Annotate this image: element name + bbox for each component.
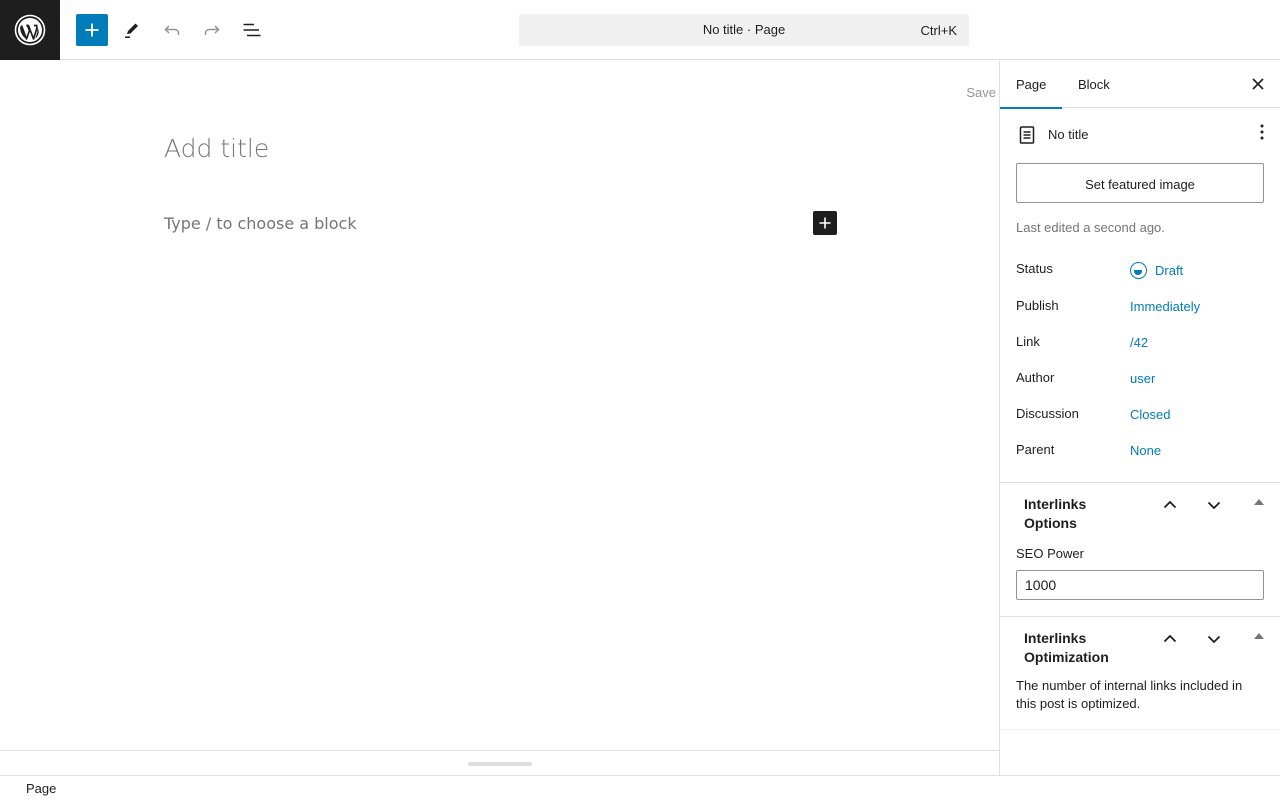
post-title-input[interactable]: Add title bbox=[164, 134, 269, 163]
close-settings-button[interactable] bbox=[1248, 74, 1268, 94]
document-overview-button[interactable] bbox=[236, 14, 268, 46]
meta-label: Publish bbox=[1016, 298, 1059, 313]
chevron-up-icon bbox=[1163, 500, 1177, 509]
panel-title[interactable]: Interlinks Optimization bbox=[1024, 629, 1134, 667]
redo-icon bbox=[204, 25, 220, 35]
move-up-button[interactable] bbox=[1160, 629, 1180, 654]
settings-sidebar: Page Block No title Set featured image L… bbox=[999, 61, 1280, 775]
editor-canvas[interactable]: Save Add title Type / to choose a block bbox=[0, 61, 999, 751]
undo-icon bbox=[164, 25, 180, 35]
parent-toggle[interactable]: None bbox=[1130, 443, 1161, 458]
meta-label: Status bbox=[1016, 261, 1053, 276]
set-featured-image-button[interactable]: Set featured image bbox=[1016, 163, 1264, 203]
document-title: No title · Page bbox=[702, 22, 786, 37]
meta-label: Author bbox=[1016, 370, 1055, 385]
editor-resize-bar bbox=[0, 750, 999, 775]
interlinks-options-panel: Interlinks Options SEO Power bbox=[1000, 482, 1280, 616]
discussion-toggle[interactable]: Closed bbox=[1130, 407, 1170, 422]
permalink-toggle[interactable]: /42 bbox=[1130, 335, 1148, 350]
meta-label: Discussion bbox=[1016, 406, 1079, 421]
keyboard-shortcut: Ctrl+K bbox=[920, 23, 957, 38]
post-actions-button[interactable] bbox=[1260, 124, 1264, 145]
move-down-button[interactable] bbox=[1204, 495, 1224, 520]
seo-power-label: SEO Power bbox=[1016, 546, 1084, 561]
publish-date-toggle[interactable]: Immediately bbox=[1130, 299, 1200, 314]
meta-label: Link bbox=[1016, 334, 1040, 349]
seo-power-input[interactable] bbox=[1016, 570, 1264, 600]
meta-value: Draft bbox=[1155, 263, 1184, 278]
last-edited-text: Last edited a second ago. bbox=[1016, 220, 1165, 235]
draft-status-icon bbox=[1130, 262, 1147, 279]
save-draft-button[interactable]: Save bbox=[966, 85, 996, 100]
move-up-button[interactable] bbox=[1160, 495, 1180, 520]
status-toggle[interactable]: Draft bbox=[1130, 262, 1183, 279]
post-card: No title bbox=[1000, 108, 1280, 162]
undo-button[interactable] bbox=[156, 14, 188, 46]
tab-block[interactable]: Block bbox=[1078, 61, 1110, 108]
panel-header: Interlinks Optimization bbox=[1000, 617, 1280, 671]
redo-button[interactable] bbox=[196, 14, 228, 46]
block-breadcrumb-footer: Page bbox=[0, 775, 1280, 800]
chevron-up-icon bbox=[1163, 634, 1177, 643]
meta-label: Parent bbox=[1016, 442, 1055, 457]
page-icon bbox=[1018, 125, 1036, 150]
optimization-message: The number of internal links included in… bbox=[1016, 678, 1243, 711]
post-card-title: No title bbox=[1048, 127, 1089, 142]
wordpress-icon bbox=[14, 14, 46, 46]
collapse-toggle-icon[interactable] bbox=[1254, 499, 1264, 505]
breadcrumb-item[interactable]: Page bbox=[26, 781, 56, 796]
plus-icon bbox=[819, 217, 831, 229]
move-down-button[interactable] bbox=[1204, 629, 1224, 654]
command-palette-button[interactable]: No title · Page Ctrl+K bbox=[519, 14, 969, 46]
chevron-down-icon bbox=[1207, 635, 1221, 644]
pencil-icon bbox=[125, 23, 138, 38]
plus-icon bbox=[85, 23, 99, 37]
wordpress-logo[interactable] bbox=[0, 0, 60, 60]
default-block-appender[interactable]: Type / to choose a block bbox=[164, 214, 357, 233]
author-toggle[interactable]: user bbox=[1130, 371, 1155, 386]
interlinks-optimization-panel: Interlinks Optimization The number of in… bbox=[1000, 616, 1280, 730]
resize-handle[interactable] bbox=[468, 762, 532, 766]
panel-title[interactable]: Interlinks Options bbox=[1024, 495, 1134, 533]
block-inserter-button[interactable] bbox=[76, 14, 108, 46]
tools-button[interactable] bbox=[116, 14, 148, 46]
collapse-toggle-icon[interactable] bbox=[1254, 633, 1264, 639]
add-block-button[interactable] bbox=[813, 211, 837, 235]
editor-header: No title · Page Ctrl+K bbox=[0, 0, 1280, 60]
more-vertical-icon bbox=[1260, 124, 1264, 140]
tab-page[interactable]: Page bbox=[999, 61, 1063, 109]
sidebar-tabs: Page Block bbox=[999, 61, 1280, 109]
chevron-down-icon bbox=[1207, 501, 1221, 510]
list-view-icon bbox=[243, 23, 261, 37]
close-icon bbox=[1252, 78, 1264, 90]
panel-header: Interlinks Options bbox=[1000, 483, 1280, 537]
